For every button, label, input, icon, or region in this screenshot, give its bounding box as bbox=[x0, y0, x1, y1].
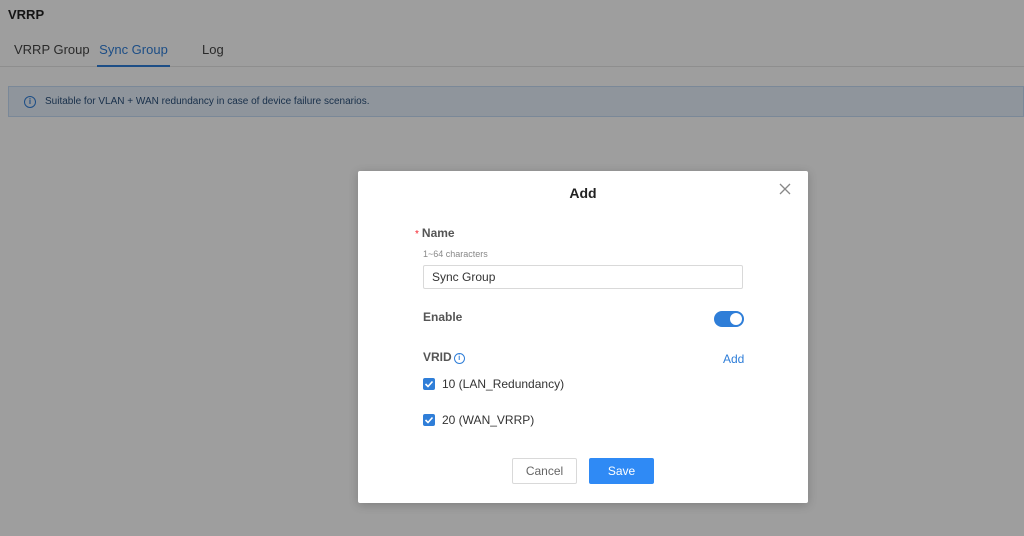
vrid-option-10[interactable]: 10 (LAN_Redundancy) bbox=[423, 377, 564, 391]
vrid-label: VRID i bbox=[423, 350, 465, 364]
enable-label: Enable bbox=[423, 310, 463, 324]
name-label: * Name bbox=[415, 226, 455, 240]
close-icon[interactable] bbox=[778, 182, 792, 196]
dialog-title: Add bbox=[569, 185, 597, 201]
vrid-label-text: VRID bbox=[423, 350, 452, 364]
checkbox-checked-icon[interactable] bbox=[423, 378, 435, 390]
checkbox-checked-icon[interactable] bbox=[423, 414, 435, 426]
save-button[interactable]: Save bbox=[589, 458, 654, 484]
add-sync-group-dialog: Add * Name 1~64 characters Sync Group Ena… bbox=[358, 171, 808, 503]
name-input[interactable]: Sync Group bbox=[423, 265, 743, 289]
cancel-button[interactable]: Cancel bbox=[512, 458, 577, 484]
vrid-option-20[interactable]: 20 (WAN_VRRP) bbox=[423, 413, 534, 427]
info-icon[interactable]: i bbox=[453, 353, 465, 364]
vrid-option-label: 10 (LAN_Redundancy) bbox=[442, 377, 565, 391]
vrid-option-label: 20 (WAN_VRRP) bbox=[442, 413, 535, 427]
add-vrid-link[interactable]: Add bbox=[723, 352, 744, 366]
name-hint: 1~64 characters bbox=[423, 249, 488, 259]
toggle-knob bbox=[730, 313, 742, 325]
required-mark: * bbox=[415, 229, 419, 240]
name-label-text: Name bbox=[421, 226, 455, 240]
enable-toggle[interactable] bbox=[714, 311, 744, 327]
